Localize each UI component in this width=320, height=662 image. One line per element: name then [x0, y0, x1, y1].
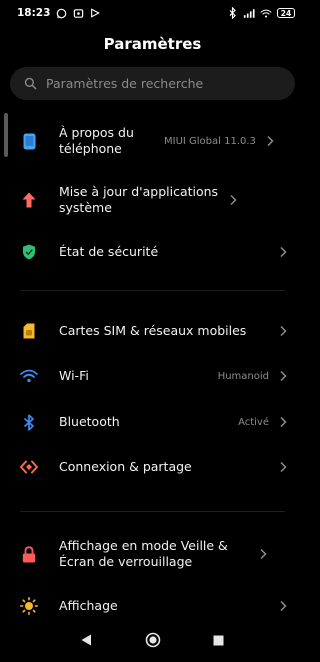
row-lock-screen[interactable]: Affichage en mode Veille & Écran de verr…: [0, 530, 305, 578]
sun-icon: [20, 597, 38, 615]
shield-icon: [20, 243, 38, 261]
row-label: Affichage en mode Veille & Écran de verr…: [59, 538, 228, 569]
page-title: Paramètres: [103, 35, 202, 53]
play-icon: [89, 7, 101, 19]
row-value: MIUI Global 11.0.3: [164, 135, 256, 147]
notification-icon: [72, 7, 84, 19]
status-left: 18:23: [17, 7, 101, 19]
chevron-right-icon: [279, 600, 287, 612]
row-label: Bluetooth: [59, 414, 120, 429]
row-connection-sharing[interactable]: Connexion & partage: [0, 449, 305, 485]
chevron-right-icon: [266, 135, 274, 147]
battery-indicator: 24: [277, 8, 295, 18]
row-bluetooth[interactable]: Bluetooth Activé: [0, 404, 305, 440]
row-label: À propos du téléphone: [59, 125, 134, 156]
row-label: Connexion & partage: [59, 459, 192, 474]
search-input[interactable]: Paramètres de recherche: [10, 67, 295, 100]
row-label: État de sécurité: [59, 244, 159, 259]
status-time: 18:23: [17, 7, 51, 19]
sim-card-icon: [20, 322, 38, 340]
lock-icon: [20, 545, 38, 563]
row-wifi[interactable]: Wi-Fi Humanoid: [0, 358, 305, 394]
signal-icon: [243, 7, 255, 19]
chevron-right-icon: [279, 370, 287, 382]
search-icon: [24, 77, 37, 90]
row-security-status[interactable]: État de sécurité: [0, 234, 305, 270]
row-label: Mise à jour d'applications système: [59, 184, 219, 215]
row-label: Wi-Fi: [59, 368, 89, 383]
wifi-icon: [260, 7, 272, 19]
phone-icon: [20, 132, 38, 150]
row-label: Cartes SIM & réseaux mobiles: [59, 323, 247, 338]
row-value: Humanoid: [217, 370, 269, 382]
share-icon: [20, 458, 38, 476]
section-divider: [20, 511, 285, 512]
recents-icon[interactable]: [209, 630, 229, 650]
chevron-right-icon: [279, 416, 287, 428]
bluetooth-icon: [20, 413, 38, 431]
back-icon[interactable]: [77, 630, 97, 650]
row-about-phone[interactable]: À propos du téléphone MIUI Global 11.0.3: [0, 117, 305, 165]
chevron-right-icon: [279, 325, 287, 337]
whatsapp-icon: [55, 7, 67, 19]
chevron-right-icon: [259, 548, 267, 560]
navigation-bar: [0, 618, 305, 662]
search-placeholder: Paramètres de recherche: [46, 76, 204, 91]
chevron-right-icon: [229, 194, 237, 206]
row-value: Activé: [238, 416, 269, 428]
chevron-right-icon: [279, 461, 287, 473]
chevron-right-icon: [279, 246, 287, 258]
row-label: Affichage: [59, 598, 118, 613]
home-icon[interactable]: [143, 630, 163, 650]
bluetooth-icon: [226, 7, 238, 19]
arrow-up-icon: [20, 191, 38, 209]
section-divider: [20, 290, 285, 291]
status-right: 24: [226, 7, 295, 19]
row-sim-cards[interactable]: Cartes SIM & réseaux mobiles: [0, 313, 305, 349]
status-bar: 18:23 24: [0, 0, 305, 26]
wifi-icon: [20, 367, 38, 385]
row-system-app-updates[interactable]: Mise à jour d'applications système: [0, 176, 305, 224]
